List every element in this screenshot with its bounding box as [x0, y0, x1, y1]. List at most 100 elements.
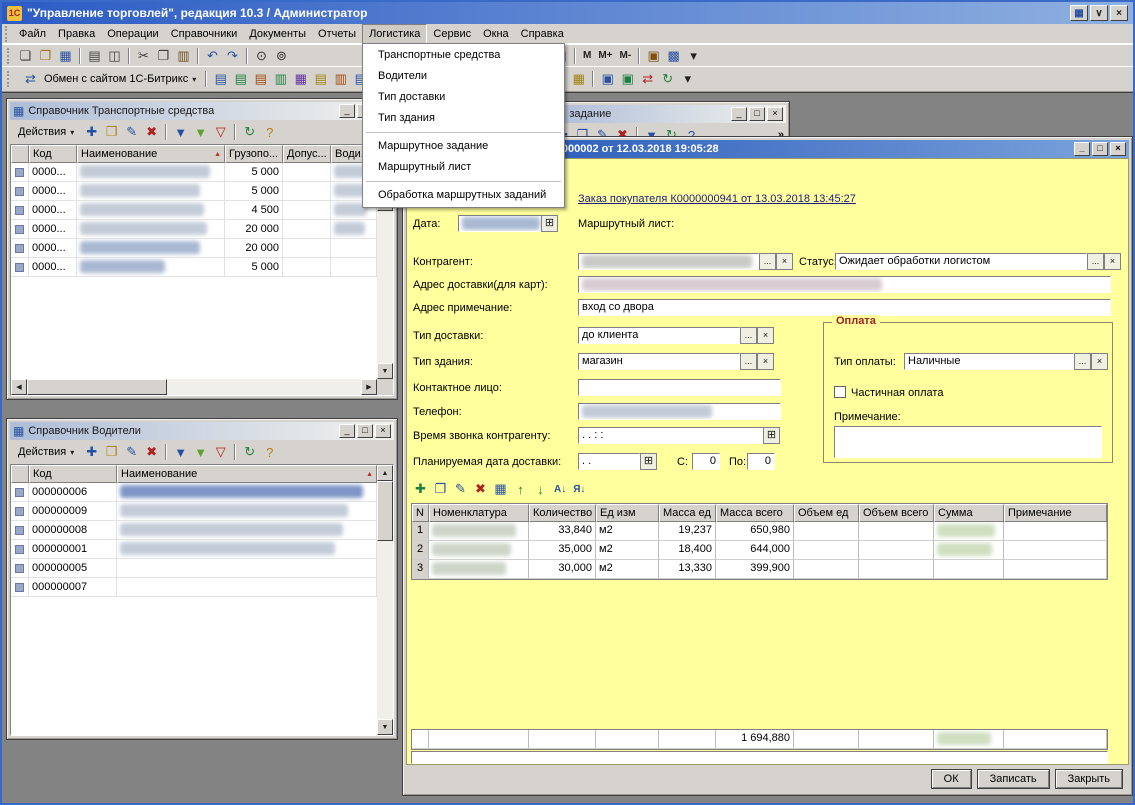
date-builder-button[interactable]: ⊞	[541, 215, 558, 232]
header-icon-cell[interactable]	[11, 145, 29, 163]
customer-order-icon[interactable]: ▤	[231, 70, 250, 88]
window-menu-icon[interactable]: ∨	[1090, 5, 1108, 21]
close-icon[interactable]: ×	[1110, 142, 1126, 156]
refresh-icon[interactable]: ↻	[240, 123, 259, 141]
call-time-builder-button[interactable]: ⊞	[763, 427, 780, 444]
items-row[interactable]: 3 30,000 м2 13,330 399,900	[412, 560, 1107, 579]
refresh-icon[interactable]: ↻	[240, 443, 259, 461]
print-icon[interactable]: ▤	[85, 47, 104, 65]
delete-row-icon[interactable]: ✖	[471, 480, 490, 498]
add-group-icon[interactable]: ❐	[102, 443, 121, 461]
menu-help[interactable]: Справка	[515, 25, 570, 43]
table-row[interactable]: 0000... 20 000	[11, 220, 377, 239]
phone-input[interactable]	[578, 403, 781, 420]
clear-button[interactable]: ×	[1104, 253, 1121, 270]
header-sum[interactable]: Сумма	[934, 504, 1004, 522]
header-code[interactable]: Код	[29, 465, 117, 483]
from-input[interactable]: 0	[692, 453, 720, 470]
supplier-order-icon[interactable]: ▤	[251, 70, 270, 88]
cut-icon[interactable]: ✂	[134, 47, 153, 65]
add-item-icon[interactable]: ✚	[82, 123, 101, 141]
horizontal-scrollbar[interactable]: ◀ ▶	[11, 379, 377, 395]
call-time-input[interactable]: . . : :	[578, 427, 764, 444]
logistics-menu-item[interactable]: Тип здания	[364, 108, 563, 129]
filter-clear-icon[interactable]: ▽	[211, 443, 230, 461]
minimize-icon[interactable]: _	[339, 104, 355, 118]
items-row[interactable]: 1 33,840 м2 19,237 650,980	[412, 522, 1107, 541]
building-type-icon[interactable]: ▦	[569, 70, 588, 88]
new-document-icon[interactable]: ❏	[16, 47, 35, 65]
save-icon[interactable]: ▦	[56, 47, 75, 65]
calculator-icon[interactable]: ▩	[664, 47, 683, 65]
maximize-icon[interactable]: □	[357, 424, 373, 438]
filter-by-value-icon[interactable]: ▼	[171, 443, 190, 461]
planned-date-builder-button[interactable]: ⊞	[640, 453, 657, 470]
header-mass-unit[interactable]: Масса ед	[659, 504, 716, 522]
scroll-left-icon[interactable]: ◀	[11, 379, 27, 395]
maximize-icon[interactable]: □	[1092, 142, 1108, 156]
invoice-icon[interactable]: ▥	[271, 70, 290, 88]
header-mass-total[interactable]: Масса всего	[716, 504, 794, 522]
choose-button[interactable]: ...	[1087, 253, 1104, 270]
filter-by-value-icon[interactable]: ▼	[171, 123, 190, 141]
menu-service[interactable]: Сервис	[427, 25, 477, 43]
maximize-icon[interactable]: □	[749, 107, 765, 121]
partial-payment-checkbox[interactable]	[834, 386, 846, 398]
calc-m-icon[interactable]: М	[580, 47, 594, 65]
actions-button[interactable]: Действия ▾	[12, 444, 80, 460]
add-group-icon[interactable]: ❐	[102, 123, 121, 141]
toolbar-more-icon[interactable]: ▾	[678, 70, 697, 88]
find-next-icon[interactable]: ⊚	[272, 47, 291, 65]
add-row-icon[interactable]: ✚	[411, 480, 430, 498]
table-row[interactable]: 0000... 5 000	[11, 258, 377, 277]
scroll-down-icon[interactable]: ▼	[377, 363, 393, 379]
header-volume-total[interactable]: Объем всего	[859, 504, 934, 522]
table-row[interactable]: 0000... 5 000	[11, 182, 377, 201]
header-allowed[interactable]: Допус...	[283, 145, 331, 163]
price-icon[interactable]: ▤	[311, 70, 330, 88]
choose-button[interactable]: ...	[759, 253, 776, 270]
exchange-site-icon[interactable]: ⇄	[638, 70, 657, 88]
menu-logistics[interactable]: Логистика	[362, 24, 427, 44]
header-name[interactable]: Наименование▲	[117, 465, 377, 483]
vertical-scrollbar[interactable]: ▲ ▼	[377, 465, 393, 735]
filter-settings-icon[interactable]: ▼	[191, 123, 210, 141]
logistics-menu-item[interactable]: Транспортные средства	[364, 45, 563, 66]
window-grid-icon[interactable]: ▦	[1070, 5, 1088, 21]
site-exchange-button[interactable]: ⇄ Обмен с сайтом 1С-Битрикс ▾	[16, 69, 201, 89]
actions-button[interactable]: Действия ▾	[12, 124, 80, 140]
menu-catalogs[interactable]: Справочники	[165, 25, 244, 43]
sort-asc-icon[interactable]: А↓	[551, 480, 569, 498]
logistics-menu-item[interactable]: Маршрутный лист	[364, 157, 563, 178]
menu-documents[interactable]: Документы	[243, 25, 312, 43]
choose-button[interactable]: ...	[740, 327, 757, 344]
clear-button[interactable]: ×	[757, 353, 774, 370]
paste-icon[interactable]: ▥	[174, 47, 193, 65]
move-up-icon[interactable]: ↑	[511, 480, 530, 498]
edit-icon[interactable]: ✎	[122, 123, 141, 141]
address-note-input[interactable]: вход со двора	[578, 299, 1111, 316]
table-row[interactable]: 000000009	[11, 502, 377, 521]
table-row[interactable]: 000000006	[11, 483, 377, 502]
menu-windows[interactable]: Окна	[477, 25, 515, 43]
toolbar-more-icon[interactable]: ▾	[684, 47, 703, 65]
open-icon[interactable]: ❐	[36, 47, 55, 65]
items-row[interactable]: 2 35,000 м2 18,400 644,000	[412, 541, 1107, 560]
calc-m-plus-icon[interactable]: М+	[595, 47, 615, 65]
status-input[interactable]: Ожидает обработки логистом	[835, 253, 1087, 270]
close-icon[interactable]: ×	[375, 424, 391, 438]
copy-row-icon[interactable]: ❐	[431, 480, 450, 498]
scroll-thumb[interactable]	[377, 481, 393, 541]
menu-file[interactable]: Файл	[13, 25, 52, 43]
ok-button[interactable]: ОК	[931, 769, 972, 789]
planned-date-input[interactable]: . .	[578, 453, 640, 470]
menu-edit[interactable]: Правка	[52, 25, 101, 43]
edit-icon[interactable]: ✎	[122, 443, 141, 461]
help-icon[interactable]: ?	[260, 443, 279, 461]
update-icon[interactable]: ↻	[658, 70, 677, 88]
edit-row-icon[interactable]: ✎	[451, 480, 470, 498]
contractor-input[interactable]	[578, 253, 759, 270]
delivery-type-input[interactable]: до клиента	[578, 327, 740, 344]
table-row[interactable]: 000000005	[11, 559, 377, 578]
document-journal-icon[interactable]: ▤	[211, 70, 230, 88]
